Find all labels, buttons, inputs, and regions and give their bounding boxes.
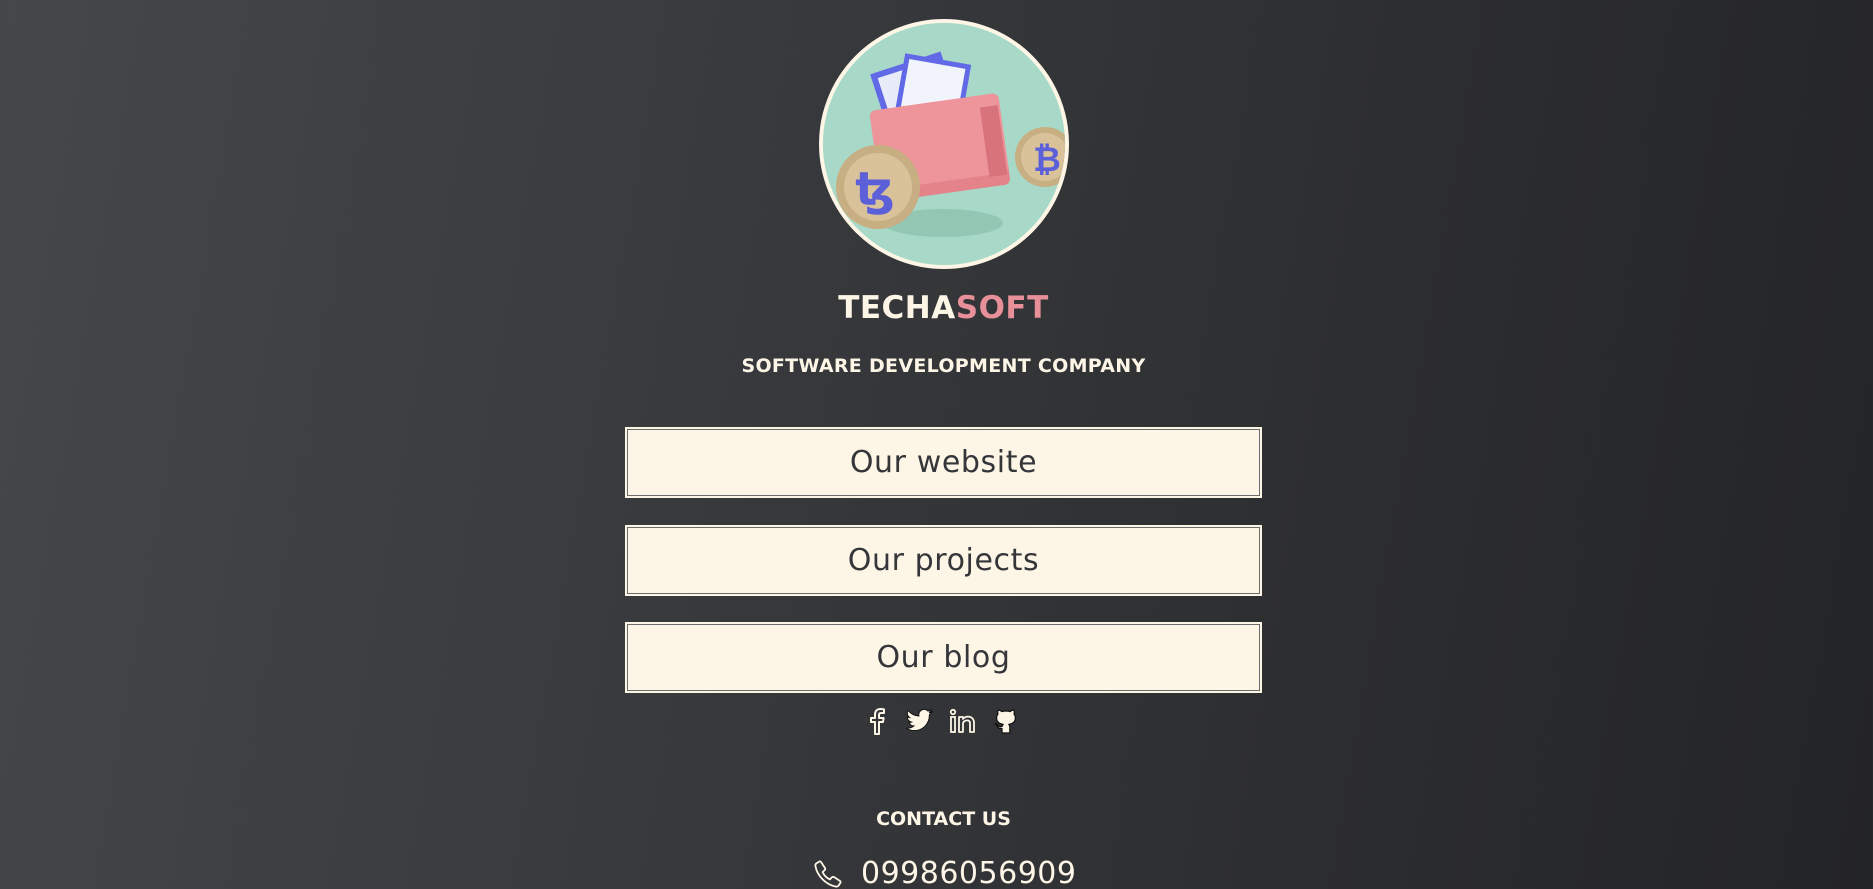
github-icon[interactable] — [991, 706, 1020, 735]
svg-text:ꜩ: ꜩ — [855, 162, 894, 216]
brand-name: TECHASOFT — [0, 290, 1873, 326]
svg-text:₿: ₿ — [1033, 140, 1061, 180]
our-website-button[interactable]: Our website — [625, 427, 1262, 498]
link-page: ꜩ ₿ TECHASOFT SOFTWARE DEVELOPMENT COMPA… — [0, 0, 1873, 889]
twitter-icon[interactable] — [905, 706, 934, 735]
our-blog-button[interactable]: Our blog — [625, 622, 1262, 693]
our-projects-button[interactable]: Our projects — [625, 525, 1262, 596]
phone-contact[interactable]: 09986056909 — [813, 856, 1076, 889]
facebook-icon[interactable] — [862, 706, 891, 735]
linkedin-icon[interactable] — [948, 706, 977, 735]
brand-name-part1: TECHA — [838, 290, 956, 326]
phone-icon — [814, 859, 842, 888]
social-links — [862, 706, 1020, 735]
brand-name-part2: SOFT — [955, 290, 1049, 326]
avatar: ꜩ ₿ — [819, 19, 1069, 269]
wallet-illustration: ꜩ ₿ — [823, 23, 1065, 265]
contact-title: CONTACT US — [876, 808, 1011, 830]
tagline: SOFTWARE DEVELOPMENT COMPANY — [741, 355, 1146, 377]
phone-number[interactable]: 09986056909 — [861, 856, 1076, 889]
